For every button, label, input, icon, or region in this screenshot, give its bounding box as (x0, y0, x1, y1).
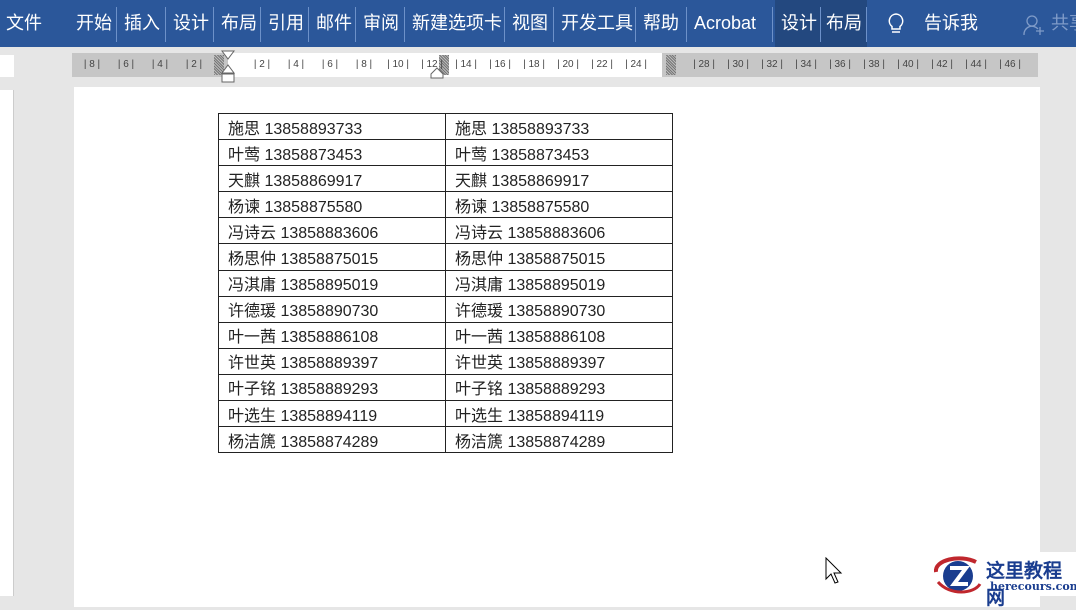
mouse-cursor-icon (825, 557, 843, 584)
contacts-table[interactable]: 施思 13858893733 施思 13858893733 叶莺 138588734… (218, 112, 673, 454)
table-cell[interactable]: 许世英 13858889397 (218, 347, 446, 375)
ruler-label: | 8 | (355, 59, 373, 70)
table-cell[interactable]: 叶子铭 13858889293 (445, 373, 673, 402)
tab-table-layout[interactable]: 布局 (821, 0, 867, 47)
ruler-label: | 32 | (761, 59, 783, 70)
table-row: 杨谏 13858875580 杨谏 13858875580 (218, 191, 673, 219)
table-cell[interactable]: 叶莺 13858873453 (445, 139, 673, 167)
ruler-label: | 40 | (897, 59, 919, 70)
table-row: 叶子铭 13858889293 叶子铭 13858889293 (218, 373, 673, 402)
tab-2[interactable]: 插入 (118, 0, 166, 47)
ruler-label: | 8 | (83, 59, 101, 70)
table-row: 叶选生 13858894119 叶选生 13858894119 (218, 400, 673, 428)
table-row: 冯淇庸 13858895019 冯淇庸 13858895019 (218, 269, 673, 297)
table-cell[interactable]: 施思 13858893733 (218, 112, 446, 141)
ruler-label: | 4 | (151, 59, 169, 70)
ribbon: 文件 开始 插入 设计 布局 引用 邮件 审阅 新建选项卡 视图 开发工具 帮助 Acrobat 设计 … (0, 0, 1076, 47)
table-cell[interactable]: 冯淇庸 13858895019 (445, 269, 673, 297)
vertical-ruler[interactable] (0, 90, 14, 596)
tab-0[interactable]: 文件 (0, 0, 48, 47)
ruler-label: | 44 | (965, 59, 987, 70)
table-cell[interactable]: 叶一茜 13858886108 (218, 321, 446, 349)
tab-12[interactable]: Acrobat (688, 0, 762, 47)
ruler-label: | 42 | (931, 59, 953, 70)
table-cell[interactable]: 天麒 13858869917 (445, 165, 673, 193)
table-cell[interactable]: 冯淇庸 13858895019 (218, 269, 446, 297)
ruler-label: | 34 | (795, 59, 817, 70)
table-row: 叶莺 13858873453 叶莺 13858873453 (218, 139, 673, 167)
table-cell[interactable]: 冯诗云 13858883606 (218, 217, 446, 245)
tab-table-design[interactable]: 设计 (775, 0, 823, 47)
table-row: 杨思仲 13858875015 杨思仲 13858875015 (218, 243, 673, 271)
ruler-label: | 20 | (557, 59, 579, 70)
tab-8[interactable]: 新建选项卡 (406, 0, 508, 47)
watermark-en: herecours.com (990, 580, 1076, 593)
ruler-label: | 2 | (253, 59, 271, 70)
column-marker-right[interactable] (666, 55, 676, 75)
table-cell[interactable]: 杨谏 13858875580 (445, 191, 673, 219)
indent-marker[interactable] (221, 50, 235, 84)
table-row: 杨洁篪 13858874289 杨洁篪 13858874289 (218, 426, 673, 454)
ruler-label: | 4 | (287, 59, 305, 70)
tab-selector[interactable] (0, 55, 14, 77)
ruler-label: | 22 | (591, 59, 613, 70)
table-cell[interactable]: 冯诗云 13858883606 (445, 217, 673, 245)
tab-3[interactable]: 设计 (167, 0, 215, 47)
ruler-label: | 24 | (625, 59, 647, 70)
table-row: 许德瑗 13858890730 许德瑗 13858890730 (218, 295, 673, 323)
ruler-label: | 46 | (999, 59, 1021, 70)
ruler-label: | 6 | (117, 59, 135, 70)
table-row: 天麒 13858869917 天麒 13858869917 (218, 165, 673, 193)
watermark-logo: 这里教程网 herecours.com (928, 552, 1076, 609)
table-row: 冯诗云 13858883606 冯诗云 13858883606 (218, 217, 673, 245)
table-cell[interactable]: 许德瑗 13858890730 (445, 295, 673, 323)
tab-4[interactable]: 布局 (215, 0, 263, 47)
tab-5[interactable]: 引用 (262, 0, 310, 47)
table-cell[interactable]: 杨思仲 13858875015 (445, 243, 673, 271)
ruler-label: | 16 | (489, 59, 511, 70)
table-cell[interactable]: 叶莺 13858873453 (218, 139, 446, 167)
share-user-icon[interactable] (1022, 13, 1046, 37)
horizontal-ruler[interactable]: | 8 | | 6 | | 4 | | 2 | | 2 | | 4 | | 6 | | 8 |… (72, 50, 1038, 83)
table-row: 施思 13858893733 施思 13858893733 (218, 112, 673, 141)
table-cell[interactable]: 杨思仲 13858875015 (218, 243, 446, 271)
table-cell[interactable]: 杨谏 13858875580 (218, 191, 446, 219)
ruler-label: | 36 | (829, 59, 851, 70)
ruler-label: | 6 | (321, 59, 339, 70)
table-cell[interactable]: 天麒 13858869917 (218, 165, 446, 193)
table-row: 许世英 13858889397 许世英 13858889397 (218, 347, 673, 375)
logo-z-icon (934, 556, 982, 594)
table-cell[interactable]: 叶选生 13858894119 (445, 400, 673, 428)
ruler-label: | 28 | (693, 59, 715, 70)
ruler-label: | 2 | (185, 59, 203, 70)
ruler-label: | 38 | (863, 59, 885, 70)
table-cell[interactable]: 叶子铭 13858889293 (218, 373, 446, 402)
table-row: 叶一茜 13858886108 叶一茜 13858886108 (218, 321, 673, 349)
table-cell[interactable]: 杨洁篪 13858874289 (445, 426, 673, 454)
share-button[interactable]: 共享 (1045, 0, 1076, 47)
ruler-label: | 14 | (455, 59, 477, 70)
tab-1[interactable]: 开始 (70, 0, 118, 47)
tell-me-button[interactable]: 告诉我 (918, 0, 984, 47)
tab-11[interactable]: 帮助 (637, 0, 685, 47)
ruler-label: | 12 | (421, 59, 443, 70)
tab-7[interactable]: 审阅 (357, 0, 405, 47)
table-cell[interactable]: 叶选生 13858894119 (218, 400, 446, 428)
ruler-label: | 10 | (387, 59, 409, 70)
tab-6[interactable]: 邮件 (310, 0, 358, 47)
ruler-label: | 18 | (523, 59, 545, 70)
table-cell[interactable]: 杨洁篪 13858874289 (218, 426, 446, 454)
lightbulb-icon[interactable] (886, 12, 906, 36)
table-cell[interactable]: 叶一茜 13858886108 (445, 321, 673, 349)
table-cell[interactable]: 许德瑗 13858890730 (218, 295, 446, 323)
table-cell[interactable]: 施思 13858893733 (445, 112, 673, 141)
ruler-label: | 30 | (727, 59, 749, 70)
table-cell[interactable]: 许世英 13858889397 (445, 347, 673, 375)
tab-10[interactable]: 开发工具 (555, 0, 639, 47)
tab-9[interactable]: 视图 (506, 0, 554, 47)
